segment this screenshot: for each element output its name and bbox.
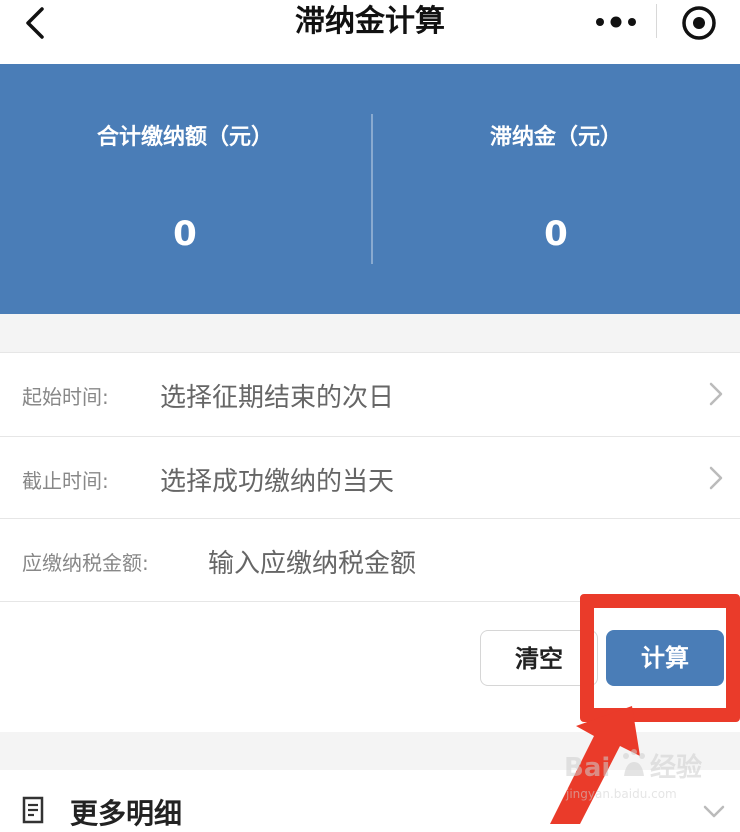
start-date-label: 起始时间: (22, 385, 109, 409)
start-date-row[interactable]: 起始时间: 选择征期结束的次日 (0, 353, 740, 435)
late-fee-label: 滞纳金（元） (489, 125, 622, 150)
chevron-right-icon (709, 466, 723, 490)
chevron-right-icon (709, 382, 723, 406)
start-date-picker[interactable]: 选择征期结束的次日 (160, 377, 394, 414)
end-date-label: 截止时间: (22, 469, 109, 493)
tax-amount-row: 应缴纳税金额: 输入应缴纳税金额 (0, 519, 740, 601)
end-date-picker[interactable]: 选择成功缴纳的当天 (160, 461, 394, 498)
tax-amount-input[interactable]: 输入应缴纳税金额 (208, 543, 416, 580)
svg-text:经验: 经验 (650, 752, 702, 783)
more-details-label: 更多明细 (70, 797, 183, 830)
section-gap (0, 314, 740, 352)
summary-panel: 合计缴纳额（元） 0 滞纳金（元） 0 (0, 64, 740, 314)
end-date-row[interactable]: 截止时间: 选择成功缴纳的当天 (0, 437, 740, 519)
tax-amount-label: 应缴纳税金额: (22, 551, 149, 575)
more-options-icon[interactable] (594, 12, 638, 32)
total-amount-label: 合计缴纳额（元） (96, 125, 273, 150)
document-icon (22, 796, 44, 824)
close-miniprogram-icon[interactable] (680, 4, 718, 42)
late-fee-value: 0 (544, 214, 568, 254)
late-fee-column: 滞纳金（元） 0 (372, 64, 740, 314)
svg-text:Bai: Bai (564, 753, 610, 783)
baidu-jingyan-watermark: Bai 经验 jingyan.baidu.com (564, 749, 702, 801)
total-amount-column: 合计缴纳额（元） 0 (0, 64, 370, 314)
svg-text:jingyan.baidu.com: jingyan.baidu.com (565, 787, 677, 801)
menu-divider (656, 4, 657, 38)
navigation-bar: 滞纳金计算 (0, 0, 740, 46)
total-amount-value: 0 (173, 214, 197, 254)
